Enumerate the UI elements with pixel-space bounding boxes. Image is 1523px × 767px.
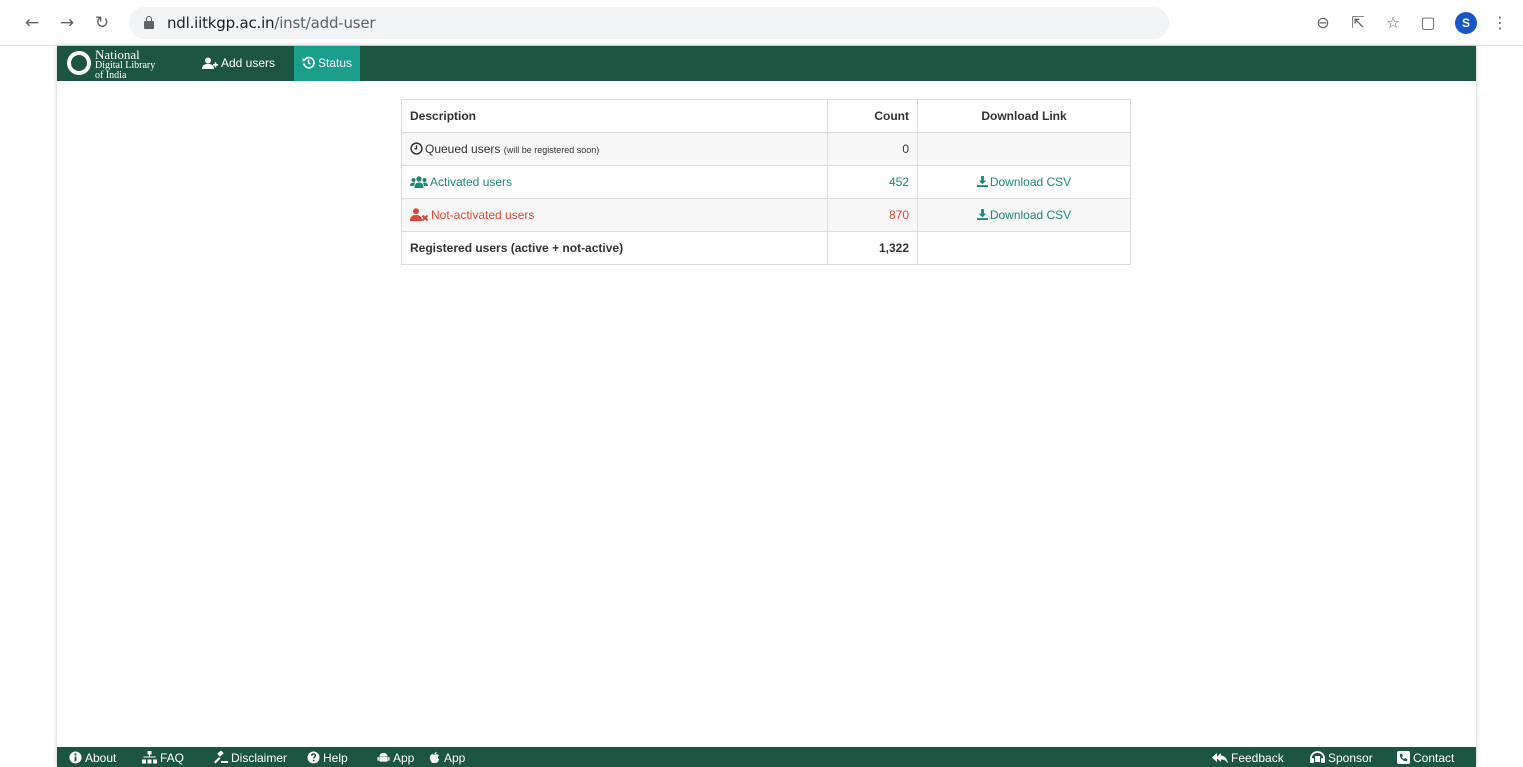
footer-disclaimer-label: Disclaimer xyxy=(231,751,288,765)
user-remove-icon xyxy=(410,208,429,222)
clock-icon xyxy=(410,142,423,155)
reply-all-icon xyxy=(1212,752,1228,764)
activated-description: Activated users xyxy=(401,165,828,199)
sitemap-icon xyxy=(142,751,157,764)
logo-line-3: of India xyxy=(95,70,127,81)
footer-about-label: About xyxy=(85,751,117,765)
users-icon xyxy=(410,176,428,188)
top-navbar: National Digital Library of India Add us… xyxy=(57,46,1476,81)
not-activated-label: Not-activated users xyxy=(431,207,535,222)
footer-bar: About FAQ Disclaimer Help App App Feedba… xyxy=(57,747,1476,767)
footer-feedback[interactable]: Feedback xyxy=(1212,747,1284,767)
history-icon xyxy=(302,57,315,69)
registered-download xyxy=(917,231,1131,265)
sponsor-icon xyxy=(1310,751,1325,764)
browser-toolbar: ← → ↻ ndl.iitkgp.ac.in/inst/add-user ⊖ ⇱… xyxy=(0,0,1523,46)
footer-android-app-label: App xyxy=(393,751,415,765)
more-menu-icon[interactable]: ⋮ xyxy=(1490,13,1510,33)
info-icon xyxy=(69,751,82,764)
nav-add-users[interactable]: Add users xyxy=(194,46,283,81)
queued-count: 0 xyxy=(827,132,918,166)
url-text[interactable]: ndl.iitkgp.ac.in/inst/add-user xyxy=(167,14,376,32)
footer-feedback-label: Feedback xyxy=(1231,751,1284,765)
footer-contact[interactable]: Contact xyxy=(1397,747,1454,767)
not-activated-count: 870 xyxy=(827,198,918,232)
nav-status[interactable]: Status xyxy=(294,46,361,81)
table-row-activated: Activated users 452 Download CSV xyxy=(401,165,1131,199)
zoom-icon[interactable]: ⊖ xyxy=(1313,13,1333,33)
queued-description: Queued users (will be registered soon) xyxy=(401,132,828,166)
status-table: Description Count Download Link Queued u… xyxy=(401,99,1131,265)
registered-count: 1,322 xyxy=(827,231,918,265)
table-row-queued: Queued users (will be registered soon) 0 xyxy=(401,132,1131,166)
header-description: Description xyxy=(401,99,828,133)
table-header-row: Description Count Download Link xyxy=(401,99,1131,133)
address-bar[interactable]: ndl.iitkgp.ac.in/inst/add-user xyxy=(129,7,1169,39)
download-icon xyxy=(976,209,988,221)
contact-icon xyxy=(1397,751,1410,765)
download-icon xyxy=(976,176,988,188)
footer-faq-label: FAQ xyxy=(160,751,185,765)
footer-help-label: Help xyxy=(323,751,348,765)
activated-download-cell: Download CSV xyxy=(917,165,1131,199)
queued-label: Queued users xyxy=(425,141,501,156)
page: National Digital Library of India Add us… xyxy=(57,46,1476,767)
header-download-link: Download Link xyxy=(917,99,1131,133)
activated-download-label: Download CSV xyxy=(989,175,1072,189)
back-icon[interactable]: ← xyxy=(22,13,42,33)
apple-icon xyxy=(429,752,440,764)
activated-count: 452 xyxy=(827,165,918,199)
add-user-icon xyxy=(202,57,218,69)
footer-ios-app-label: App xyxy=(444,751,466,765)
footer-android-app[interactable]: App xyxy=(377,747,414,767)
not-activated-download-label: Download CSV xyxy=(989,208,1072,222)
table-row-not-activated: Not-activated users 870 Download CSV xyxy=(401,198,1131,232)
not-activated-description: Not-activated users xyxy=(401,198,828,232)
queued-note: (will be registered soon) xyxy=(503,144,600,155)
gavel-icon xyxy=(214,750,228,764)
side-panel-icon[interactable]: ▢ xyxy=(1418,13,1438,33)
footer-sponsor-label: Sponsor xyxy=(1328,751,1373,765)
header-count: Count xyxy=(827,99,918,133)
ndl-logo[interactable]: National Digital Library of India xyxy=(67,48,187,81)
nav-add-users-label: Add users xyxy=(221,56,276,70)
footer-faq[interactable]: FAQ xyxy=(142,747,184,767)
android-icon xyxy=(377,753,390,763)
ndl-logo-emblem xyxy=(67,51,91,75)
footer-help[interactable]: Help xyxy=(307,747,348,767)
share-icon[interactable]: ⇱ xyxy=(1348,13,1368,33)
footer-about[interactable]: About xyxy=(69,747,116,767)
table-row-registered: Registered users (active + not-active) 1… xyxy=(401,231,1131,265)
bookmark-star-icon[interactable]: ☆ xyxy=(1383,13,1403,33)
profile-avatar[interactable]: S xyxy=(1455,12,1477,34)
footer-ios-app[interactable]: App xyxy=(428,747,465,767)
reload-icon[interactable]: ↻ xyxy=(92,13,112,33)
footer-sponsor[interactable]: Sponsor xyxy=(1310,747,1373,767)
queued-download xyxy=(917,132,1131,166)
registered-label: Registered users (active + not-active) xyxy=(401,231,828,265)
question-icon xyxy=(307,751,320,764)
not-activated-download-csv-link[interactable]: Download CSV xyxy=(976,208,1072,222)
not-activated-download-cell: Download CSV xyxy=(917,198,1131,232)
activated-download-csv-link[interactable]: Download CSV xyxy=(976,175,1072,189)
forward-icon[interactable]: → xyxy=(57,13,77,33)
nav-status-label: Status xyxy=(318,56,353,70)
lock-icon[interactable] xyxy=(144,16,154,29)
activated-label: Activated users xyxy=(430,175,513,189)
footer-disclaimer[interactable]: Disclaimer xyxy=(213,747,287,767)
footer-contact-label: Contact xyxy=(1413,751,1455,765)
